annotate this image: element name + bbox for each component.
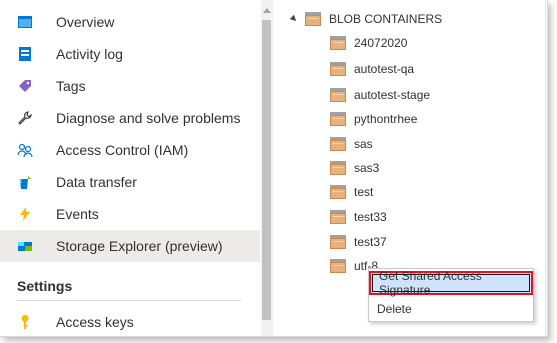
nav-item-label: Tags [56, 78, 86, 94]
data-transfer-icon [17, 174, 33, 190]
nav-scrollbar[interactable] [261, 0, 273, 336]
tree-item-container[interactable]: pythontrhee [330, 110, 417, 128]
nav-item-data-transfer[interactable]: Data transfer [0, 166, 260, 198]
tree-item-container[interactable]: test33 [330, 208, 387, 226]
people-icon [17, 142, 33, 158]
menu-item-get-sas[interactable]: Get Shared Access Signature [369, 269, 533, 297]
folder-icon [330, 62, 346, 76]
container-label: autotest-stage [354, 88, 431, 102]
nav-item-access-keys[interactable]: Access keys [0, 306, 260, 336]
container-label: pythontrhee [354, 112, 418, 126]
nav-item-iam[interactable]: Access Control (IAM) [0, 134, 260, 166]
activity-log-icon [17, 46, 33, 62]
nav-item-activity-log[interactable]: Activity log [0, 38, 260, 70]
nav-item-storage-explorer[interactable]: Storage Explorer (preview) [0, 230, 260, 262]
tree-root-label: BLOB CONTAINERS [329, 12, 443, 26]
container-label: sas3 [354, 161, 380, 175]
container-label: autotest-qa [354, 62, 415, 76]
settings-divider [17, 300, 241, 301]
container-label: test37 [354, 235, 387, 249]
tree-item-container[interactable]: sas [330, 135, 373, 153]
tree-item-container[interactable]: autotest-qa [330, 60, 414, 78]
nav-item-diagnose[interactable]: Diagnose and solve problems [0, 102, 260, 134]
folder-icon [330, 36, 346, 50]
container-label: 24072020 [354, 36, 408, 50]
nav-item-label: Access Control (IAM) [56, 142, 189, 158]
nav-item-label: Access keys [56, 314, 134, 330]
wrench-icon [17, 110, 33, 126]
folder-icon [330, 161, 346, 175]
scroll-up-arrow-icon[interactable] [263, 8, 271, 13]
folder-icon [330, 137, 346, 151]
container-label: test33 [354, 210, 387, 224]
folder-icon [330, 235, 346, 249]
menu-item-delete[interactable]: Delete [369, 297, 533, 321]
content-edge-divider [545, 0, 546, 336]
folder-icon [330, 210, 346, 224]
tree-item-container[interactable]: sas3 [330, 159, 379, 177]
resource-menu: Overview Activity log Tags Diagnose and … [0, 0, 260, 336]
settings-heading: Settings [17, 278, 73, 294]
container-label: sas [354, 137, 373, 151]
nav-item-label: Storage Explorer (preview) [56, 238, 223, 254]
storage-explorer-icon [17, 238, 33, 254]
lightning-icon [17, 206, 33, 222]
folder-icon [330, 185, 346, 199]
nav-item-events[interactable]: Events [0, 198, 260, 230]
expand-caret-icon[interactable] [289, 14, 299, 24]
tree-item-container[interactable]: autotest-stage [330, 86, 430, 104]
key-icon [17, 314, 33, 330]
folder-icon [330, 88, 346, 102]
folder-icon [330, 259, 346, 273]
folder-icon [305, 12, 321, 26]
nav-item-label: Activity log [56, 46, 123, 62]
nav-item-label: Diagnose and solve problems [56, 110, 241, 126]
tree-item-container[interactable]: test [330, 183, 373, 201]
container-label: test [354, 185, 374, 199]
overview-icon [17, 14, 33, 30]
nav-item-label: Overview [56, 14, 115, 30]
context-menu: Get Shared Access Signature Delete [368, 268, 534, 322]
tree-item-container[interactable]: 24072020 [330, 34, 407, 52]
nav-item-tags[interactable]: Tags [0, 70, 260, 102]
nav-item-label: Data transfer [56, 174, 137, 190]
tag-icon [17, 78, 33, 94]
storage-account-window: Overview Activity log Tags Diagnose and … [0, 0, 548, 337]
nav-item-label: Events [56, 206, 99, 222]
scroll-thumb[interactable] [262, 20, 271, 320]
nav-item-overview[interactable]: Overview [0, 6, 260, 38]
folder-icon [330, 112, 346, 126]
tree-item-container[interactable]: test37 [330, 233, 387, 251]
tree-root-blob-containers[interactable]: BLOB CONTAINERS [289, 10, 443, 28]
